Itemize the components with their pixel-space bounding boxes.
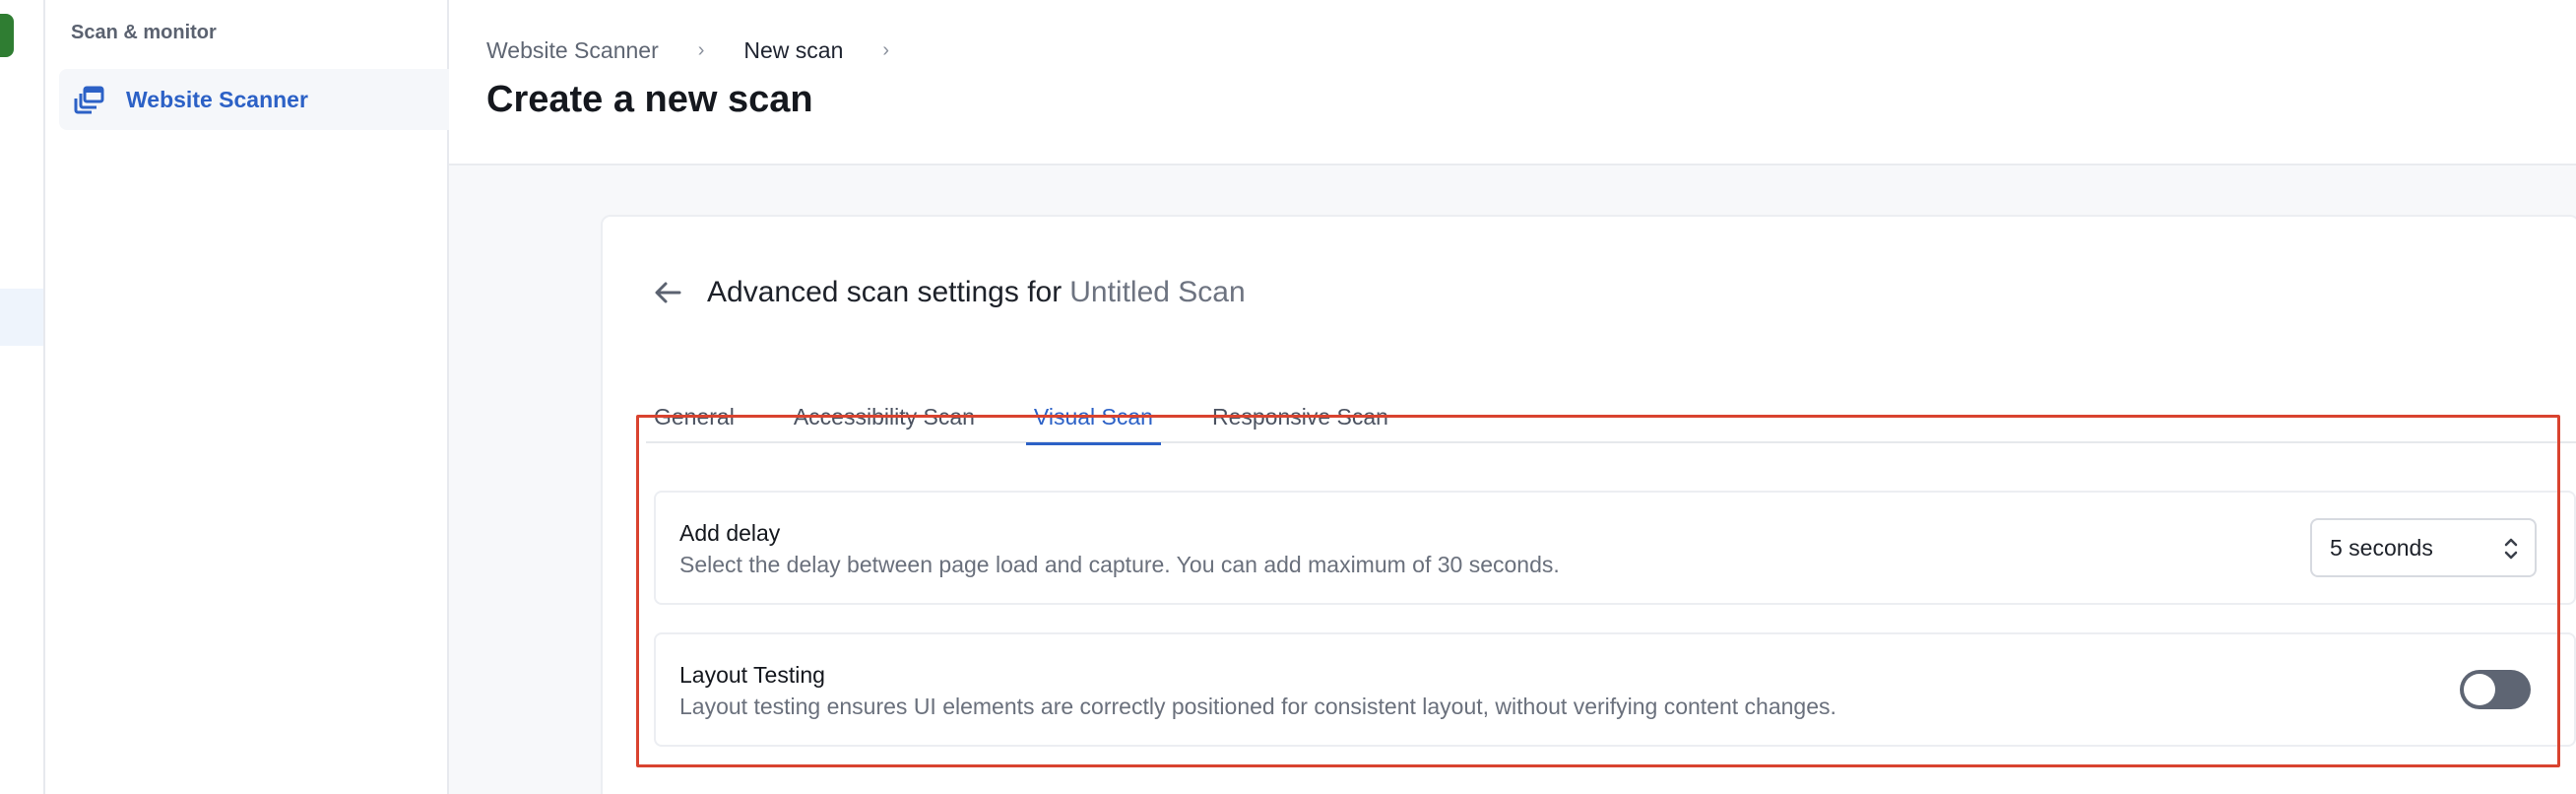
breadcrumb-new-scan[interactable]: New scan [743,37,843,64]
chevron-right-icon: › [882,39,890,61]
page-header: Website Scanner › New scan › Create a ne… [449,0,2576,165]
card-title: Advanced scan settings for Untitled Scan [707,276,1246,309]
back-arrow-icon[interactable] [652,277,683,308]
setting-title: Add delay [679,520,781,546]
breadcrumb-website-scanner[interactable]: Website Scanner [486,37,659,64]
settings-tabs: General Accessibility Scan Visual Scan R… [646,372,2576,445]
delay-select-value: 5 seconds [2330,534,2433,561]
sidebar-item-label: Website Scanner [126,86,308,112]
sidebar-item-website-scanner[interactable]: Website Scanner [59,69,481,130]
rail-active-item[interactable] [0,289,43,346]
card-header: Advanced scan settings for Untitled Scan [652,276,1246,309]
setting-add-delay: Add delay Select the delay between page … [654,491,2576,605]
sidebar: Scan & monitor Website Scanner [45,0,481,794]
brand-badge[interactable] [0,14,14,57]
chevron-up-down-icon [2504,538,2518,560]
tab-responsive-scan[interactable]: Responsive Scan [1204,372,1396,443]
setting-layout-testing: Layout Testing Layout testing ensures UI… [654,632,2576,747]
setting-description: Select the delay between page load and c… [679,552,1560,577]
sidebar-section-title: Scan & monitor [71,22,217,43]
page-title: Create a new scan [486,79,813,120]
breadcrumb: Website Scanner › New scan › [486,37,929,64]
chevron-right-icon: › [697,39,705,61]
tab-accessibility-scan[interactable]: Accessibility Scan [786,372,983,443]
tab-general[interactable]: General [646,372,742,443]
website-scanner-icon [74,86,104,114]
delay-select[interactable]: 5 seconds [2310,518,2537,577]
app-rail [0,0,45,794]
scan-name: Untitled Scan [1069,276,1246,308]
toggle-knob [2464,674,2495,705]
layout-testing-toggle[interactable] [2460,670,2531,709]
main-content: Website Scanner › New scan › Create a ne… [449,0,2576,794]
setting-title: Layout Testing [679,662,825,688]
setting-description: Layout testing ensures UI elements are c… [679,694,1836,719]
card-title-prefix: Advanced scan settings for [707,276,1063,308]
tab-visual-scan[interactable]: Visual Scan [1025,372,1162,445]
